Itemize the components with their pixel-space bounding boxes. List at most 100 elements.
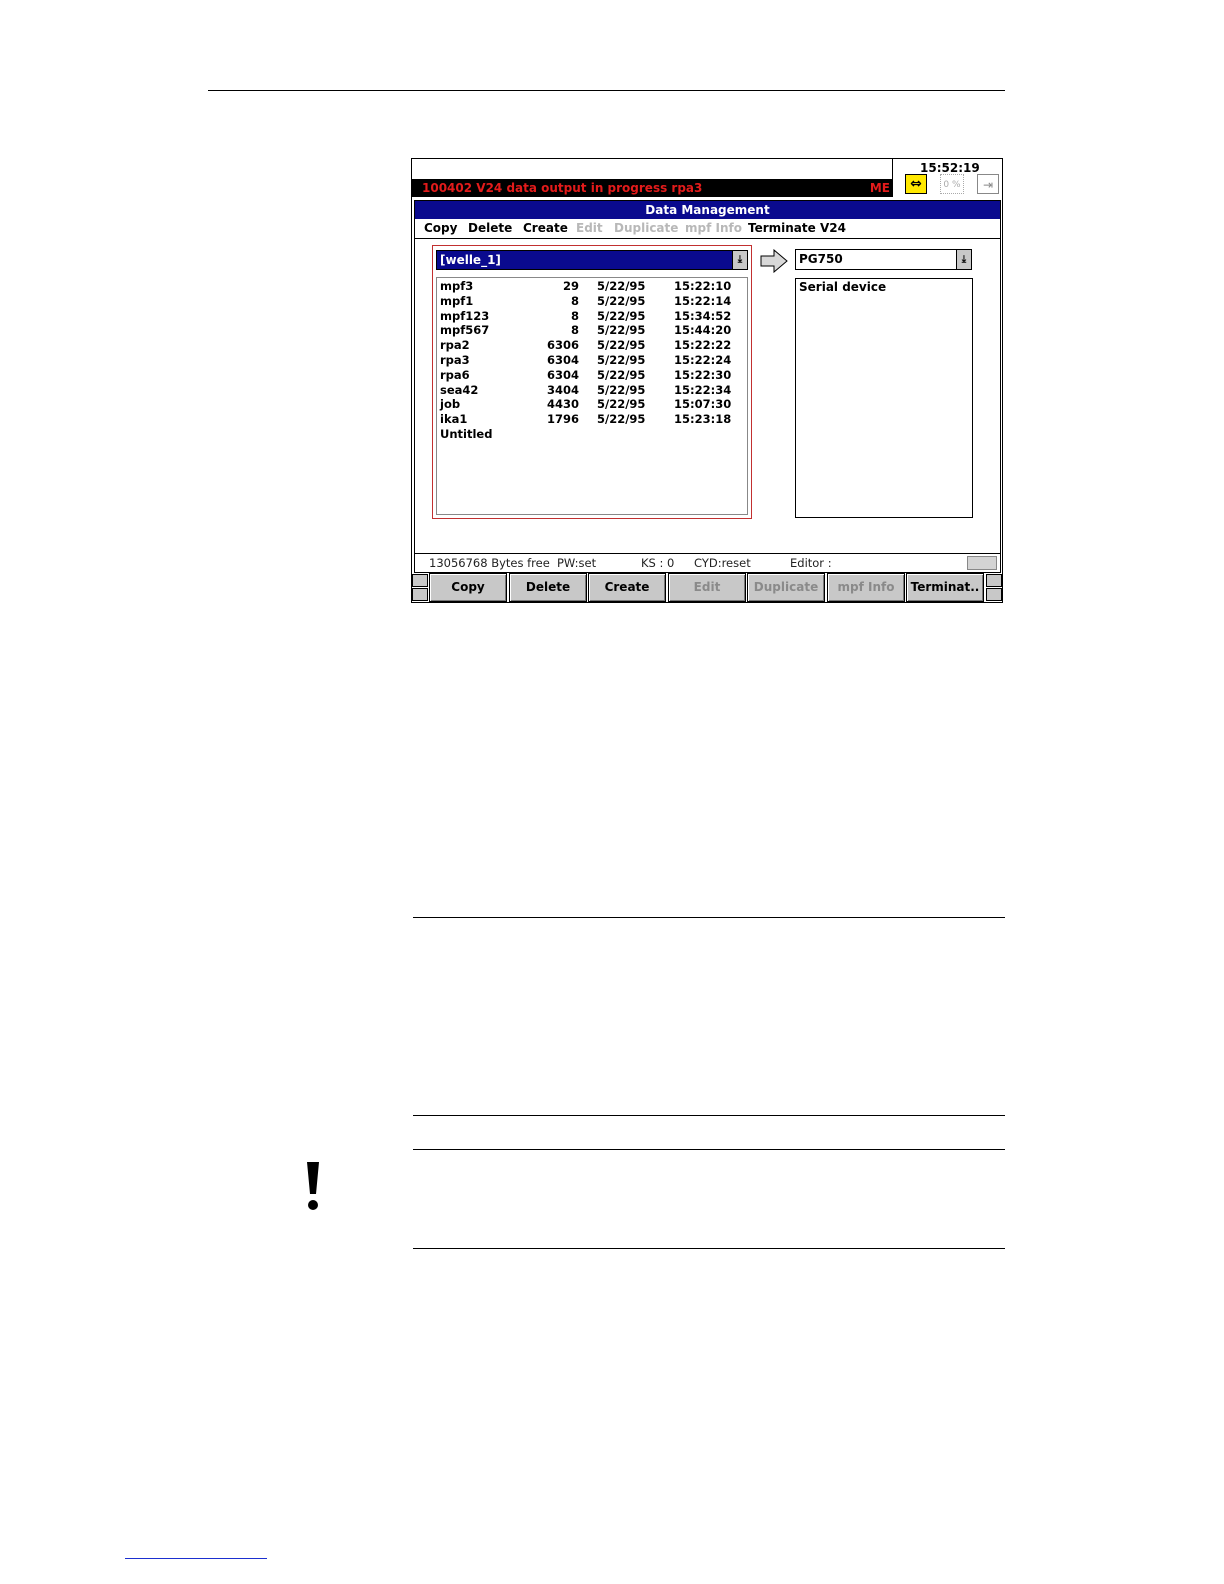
- alarm-line: 100402 V24 data output in progress rpa3 …: [412, 180, 893, 197]
- cyd-status: CYD:reset: [694, 556, 751, 570]
- section-rule-2: [413, 1115, 1005, 1116]
- destination-value: PG750: [799, 252, 843, 266]
- section-rule-4: [413, 1248, 1005, 1249]
- menu-create[interactable]: Create: [523, 219, 568, 238]
- menu-mpf-info[interactable]: mpf Info: [685, 219, 742, 238]
- softkey-mpf-info[interactable]: mpf Info: [827, 573, 905, 602]
- file-time: 15:34:52: [674, 308, 732, 323]
- table-row[interactable]: mpf3 29 5/22/95 15:22:10: [437, 279, 747, 294]
- menu-edit[interactable]: Edit: [576, 219, 603, 238]
- alarm-text: 100402 V24 data output in progress rpa3: [422, 181, 703, 195]
- file-date: 5/22/95: [597, 338, 646, 353]
- list-item[interactable]: Serial device: [799, 280, 969, 294]
- message-line: [412, 159, 893, 180]
- menu-terminate-v24[interactable]: Terminate V24: [748, 219, 846, 238]
- softkey-duplicate[interactable]: Duplicate: [747, 573, 825, 602]
- file-name: rpa3: [440, 353, 470, 367]
- clock: 15:52:19: [920, 161, 980, 175]
- file-time: 15:22:14: [674, 293, 732, 308]
- source-file-list[interactable]: mpf3 29 5/22/95 15:22:10 mpf1 8 5/22/95 15:22:1…: [436, 277, 748, 515]
- transfer-arrow-icon: ⇔: [905, 174, 927, 194]
- file-time: 15:07:30: [674, 397, 732, 412]
- table-row[interactable]: sea42 3404 5/22/95 15:22:34: [437, 383, 747, 398]
- file-name: mpf1: [440, 293, 474, 308]
- file-time: 15:22:22: [674, 338, 732, 353]
- file-time: 15:22:10: [674, 279, 732, 293]
- section-rule-3: [413, 1149, 1005, 1150]
- menu-bar: Copy Delete Create Edit Duplicate mpf In…: [415, 219, 1000, 239]
- table-row[interactable]: mpf123 8 5/22/95 15:34:52: [437, 309, 747, 324]
- etc-key-bottom[interactable]: [986, 588, 1002, 601]
- status-indicator: [967, 556, 997, 570]
- footer-rule: [125, 1558, 267, 1559]
- keyswitch-status: KS : 0: [641, 556, 675, 570]
- softkey-create[interactable]: Create: [588, 573, 666, 602]
- file-size: 6306: [546, 338, 579, 353]
- source-directory-select[interactable]: [welle_1] ⤓: [436, 250, 748, 270]
- table-row[interactable]: rpa6 6304 5/22/95 15:22:30: [437, 368, 747, 383]
- source-directory-value: [welle_1]: [440, 253, 501, 267]
- destination-select[interactable]: PG750 ⤓: [795, 249, 972, 270]
- file-date: 5/22/95: [597, 293, 646, 308]
- table-row[interactable]: rpa3 6304 5/22/95 15:22:24: [437, 353, 747, 368]
- table-row[interactable]: Untitled: [437, 427, 747, 442]
- file-time: 15:23:18: [674, 412, 732, 427]
- exclamation-icon: [307, 1162, 319, 1210]
- softkey-copy[interactable]: Copy: [429, 573, 507, 602]
- softkey-terminate[interactable]: Terminat..: [906, 573, 984, 602]
- etc-key-top[interactable]: [986, 574, 1002, 587]
- window-title: Data Management: [415, 201, 1000, 219]
- status-line: 13056768 Bytes free PW:set KS : 0 CYD:re…: [415, 553, 1000, 573]
- file-name: sea42: [440, 382, 479, 397]
- section-rule-1: [413, 917, 1005, 918]
- softkey-delete[interactable]: Delete: [509, 573, 587, 602]
- table-row[interactable]: job 4430 5/22/95 15:07:30: [437, 397, 747, 412]
- file-time: 15:22:24: [674, 353, 732, 367]
- file-size: 8: [570, 308, 579, 323]
- hmi-screen: 100402 V24 data output in progress rpa3 …: [411, 158, 1003, 603]
- file-size: 29: [562, 279, 579, 293]
- password-status: PW:set: [557, 556, 597, 570]
- file-name: ika1: [440, 412, 468, 427]
- table-row[interactable]: mpf1 8 5/22/95 15:22:14: [437, 294, 747, 309]
- file-name: mpf567: [440, 323, 490, 338]
- file-date: 5/22/95: [597, 308, 646, 323]
- file-size: 6304: [546, 353, 579, 367]
- recall-key-bottom[interactable]: [412, 588, 428, 601]
- file-size: 6304: [546, 367, 579, 382]
- data-management-window: Data Management Copy Delete Create Edit …: [414, 200, 1001, 573]
- file-name: mpf123: [440, 308, 490, 323]
- file-name: mpf3: [440, 279, 474, 293]
- table-row[interactable]: mpf567 8 5/22/95 15:44:20: [437, 323, 747, 338]
- file-name: rpa2: [440, 338, 470, 353]
- exit-icon: ⇥: [977, 174, 999, 194]
- bytes-free: 13056768 Bytes free: [429, 556, 550, 570]
- file-size: 8: [570, 323, 579, 338]
- softkey-edit[interactable]: Edit: [668, 573, 746, 602]
- file-date: 5/22/95: [597, 367, 646, 382]
- file-date: 5/22/95: [597, 382, 646, 397]
- file-size: 1796: [546, 412, 579, 427]
- softkey-bar: Copy Delete Create Edit Duplicate mpf In…: [412, 573, 1002, 603]
- header-rule: [208, 90, 1005, 91]
- menu-delete[interactable]: Delete: [468, 219, 512, 238]
- file-size: 3404: [546, 382, 579, 397]
- file-size: 8: [570, 293, 579, 308]
- source-panel: [welle_1] ⤓ mpf3 29 5/22/95 15:22:10 mpf1 8 5/…: [432, 245, 752, 519]
- file-name: job: [440, 397, 461, 412]
- file-time: 15:22:34: [674, 382, 732, 397]
- table-row[interactable]: ika1 1796 5/22/95 15:23:18: [437, 412, 747, 427]
- destination-list[interactable]: Serial device: [795, 278, 973, 518]
- file-date: 5/22/95: [597, 397, 646, 412]
- file-time: 15:22:30: [674, 367, 732, 382]
- chevron-down-icon[interactable]: ⤓: [956, 250, 971, 269]
- menu-copy[interactable]: Copy: [424, 219, 457, 238]
- file-size: 4430: [546, 397, 579, 412]
- table-row[interactable]: rpa2 6306 5/22/95 15:22:22: [437, 338, 747, 353]
- chevron-down-icon[interactable]: ⤓: [732, 251, 747, 269]
- alarm-channel: ME: [869, 181, 890, 195]
- menu-duplicate[interactable]: Duplicate: [614, 219, 678, 238]
- file-name: rpa6: [440, 367, 470, 382]
- file-date: 5/22/95: [597, 412, 646, 427]
- recall-key-top[interactable]: [412, 574, 428, 587]
